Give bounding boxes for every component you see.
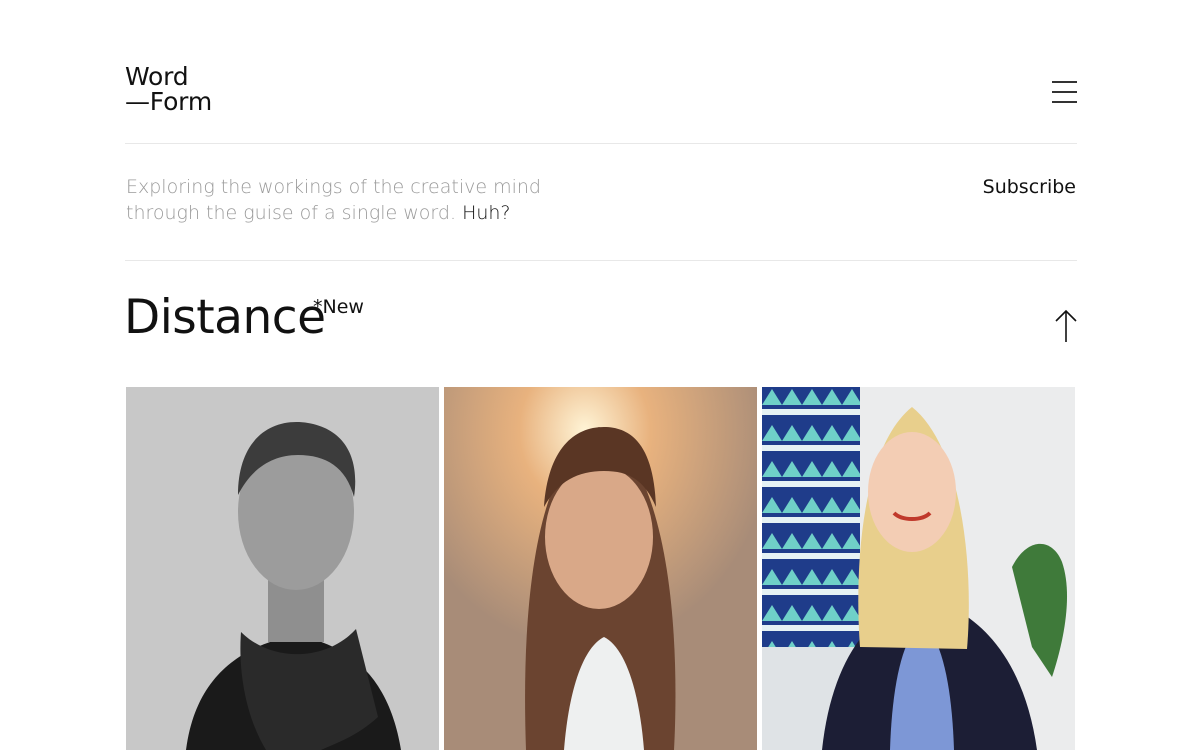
logo[interactable]: Word —Form: [125, 64, 212, 114]
arrow-up-icon[interactable]: [1054, 309, 1078, 343]
portrait-woman-icon: [444, 387, 757, 750]
portrait-tile-2[interactable]: [444, 387, 757, 750]
hamburger-menu-icon[interactable]: [1052, 81, 1077, 103]
intro-text: Exploring the workings of the creative m…: [126, 174, 586, 226]
huh-link[interactable]: Huh?: [462, 202, 510, 224]
logo-line-2: —Form: [125, 87, 212, 116]
new-badge: *New: [313, 296, 364, 318]
header-divider: [125, 143, 1077, 144]
intro-divider: [125, 260, 1077, 261]
subscribe-link[interactable]: Subscribe: [983, 174, 1076, 200]
portrait-woman-icon: [762, 387, 1075, 750]
portrait-tile-1[interactable]: [126, 387, 439, 750]
feature-title: Distance: [124, 290, 326, 345]
logo-line-1: Word: [125, 62, 189, 91]
portrait-man-icon: [126, 387, 439, 750]
portrait-tile-3[interactable]: [762, 387, 1075, 750]
